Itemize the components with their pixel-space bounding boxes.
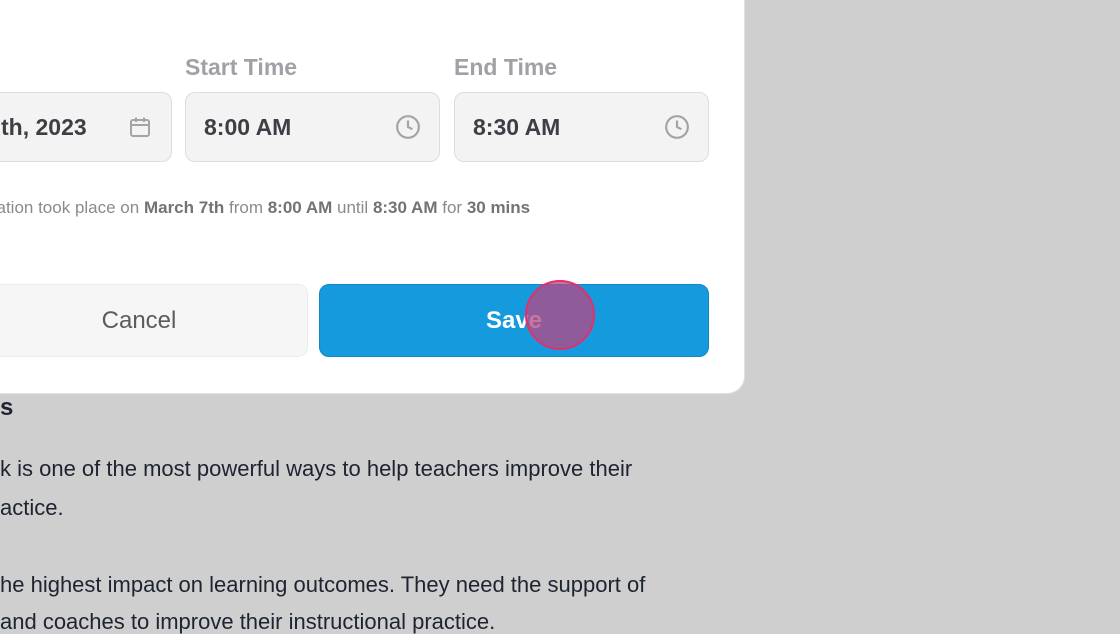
summary-for: for: [442, 198, 463, 217]
start-time-input[interactable]: 8:00 AM: [185, 92, 440, 162]
observation-summary: vation took place on March 7th from 8:00…: [0, 198, 530, 218]
end-time-input[interactable]: 8:30 AM: [454, 92, 709, 162]
summary-prefix: vation took place on: [0, 198, 140, 217]
article-paragraph-line: k is one of the most powerful ways to he…: [0, 456, 633, 481]
summary-duration: 30 mins: [466, 198, 531, 217]
summary-start: 8:00 AM: [267, 198, 333, 217]
start-time-label: Start Time: [185, 54, 298, 80]
calendar-icon[interactable]: [127, 114, 153, 140]
summary-until: until: [337, 198, 369, 217]
article-paragraph-line: he highest impact on learning outcomes. …: [0, 572, 646, 597]
summary-from: from: [228, 198, 263, 217]
summary-end: 8:30 AM: [372, 198, 438, 217]
clock-icon[interactable]: [664, 114, 690, 140]
article-heading: s: [0, 394, 14, 421]
save-button[interactable]: Save: [319, 284, 709, 357]
article-paragraph-line: actice.: [0, 495, 64, 520]
start-time-value: 8:00 AM: [204, 113, 292, 140]
end-time-label: End Time: [454, 54, 558, 80]
cancel-button[interactable]: Cancel: [0, 284, 308, 357]
clock-icon[interactable]: [395, 114, 421, 140]
date-input[interactable]: th, 2023: [0, 92, 172, 162]
end-time-value: 8:30 AM: [473, 113, 561, 140]
summary-date: March 7th: [143, 198, 225, 217]
date-value: th, 2023: [1, 113, 87, 140]
